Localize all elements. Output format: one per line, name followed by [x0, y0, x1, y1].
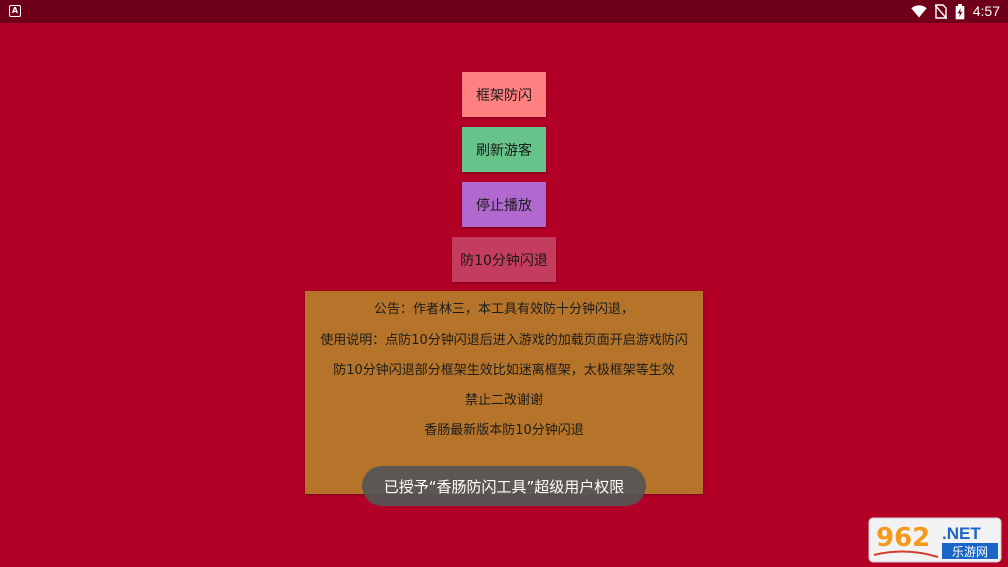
watermark-suffix: .NET	[942, 524, 981, 543]
refresh-guest-button[interactable]: 刷新游客	[462, 127, 546, 172]
notice-line: 禁止二改谢谢	[464, 393, 543, 408]
status-icons: 4:57	[911, 3, 1000, 20]
no-sim-icon	[934, 4, 947, 19]
anti-10min-flash-button[interactable]: 防10分钟闪退	[452, 237, 556, 282]
stop-playback-button[interactable]: 停止播放	[462, 182, 546, 227]
notice-line: 使用说明：点防10分钟闪退后进入游戏的加载页面开启游戏防闪	[320, 333, 688, 348]
watermark-subtitle: 乐游网	[952, 545, 988, 559]
notice-line: 公告：作者林三，本工具有效防十分钟闪退，	[373, 302, 634, 317]
toast-message: 已授予“香肠防闪工具”超级用户权限	[362, 466, 646, 506]
wifi-icon	[911, 5, 927, 18]
notice-line: 香肠最新版本防10分钟闪退	[424, 423, 584, 438]
notice-line: 防10分钟闪退部分框架生效比如迷离框架，太极框架等生效	[333, 363, 675, 378]
watermark-logo: 962 .NET 乐游网	[868, 517, 1002, 563]
watermark-brand: 962	[876, 523, 930, 553]
frame-antiflash-button[interactable]: 框架防闪	[462, 72, 546, 117]
status-bar: A 4:57	[0, 0, 1008, 23]
app-notification-icon: A	[9, 5, 21, 17]
notice-panel: 公告：作者林三，本工具有效防十分钟闪退， 使用说明：点防10分钟闪退后进入游戏的…	[305, 291, 703, 494]
battery-charging-icon	[955, 3, 965, 19]
status-time: 4:57	[972, 3, 1000, 19]
